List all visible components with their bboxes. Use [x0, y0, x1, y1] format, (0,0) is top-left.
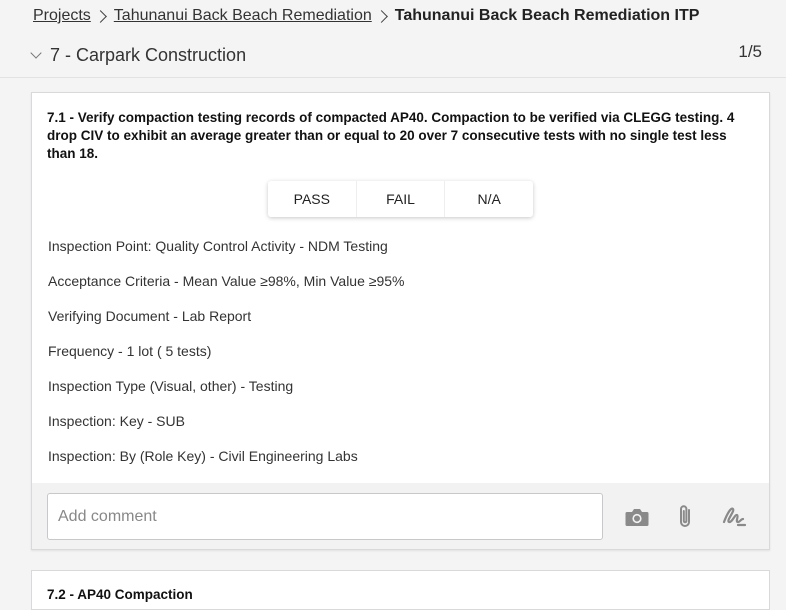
comment-input[interactable]	[47, 493, 603, 540]
comment-bar	[32, 483, 769, 549]
breadcrumb-projects[interactable]: Projects	[33, 7, 91, 25]
inspection-type: Inspection Type (Visual, other) - Testin…	[48, 378, 294, 394]
top-bar: Projects Tahunanui Back Beach Remediatio…	[0, 0, 786, 78]
signature-icon[interactable]	[720, 503, 748, 531]
verifying-document: Verifying Document - Lab Report	[48, 308, 252, 324]
result-choice-group: PASS FAIL N/A	[268, 181, 533, 217]
chevron-right-icon	[93, 9, 107, 23]
paperclip-icon[interactable]	[672, 503, 700, 531]
fail-button[interactable]: FAIL	[357, 181, 446, 217]
inspection-point: Inspection Point: Quality Control Activi…	[48, 238, 388, 254]
chevron-right-icon	[374, 9, 388, 23]
item-question: 7.1 - Verify compaction testing records …	[47, 110, 735, 161]
acceptance-criteria: Acceptance Criteria - Mean Value ≥98%, M…	[48, 273, 405, 289]
na-button[interactable]: N/A	[445, 181, 533, 217]
checklist-item-card-next[interactable]: 7.2 - AP40 Compaction	[31, 570, 770, 610]
section-title: 7 - Carpark Construction	[50, 44, 247, 65]
breadcrumb-current: Tahunanui Back Beach Remediation ITP	[394, 7, 700, 24]
pass-button[interactable]: PASS	[268, 181, 357, 217]
chevron-down-icon[interactable]	[30, 47, 42, 59]
section-header[interactable]: 7 - Carpark Construction 1/5	[28, 40, 762, 70]
breadcrumb-project[interactable]: Tahunanui Back Beach Remediation	[114, 7, 372, 25]
frequency: Frequency - 1 lot ( 5 tests)	[48, 343, 212, 359]
section-progress-count: 1/5	[738, 42, 762, 61]
camera-icon[interactable]	[623, 503, 651, 531]
inspection-by: Inspection: By (Role Key) - Civil Engine…	[48, 448, 358, 464]
inspection-key: Inspection: Key - SUB	[48, 413, 185, 429]
checklist-item-card: 7.1 - Verify compaction testing records …	[31, 92, 770, 550]
breadcrumb: Projects Tahunanui Back Beach Remediatio…	[33, 6, 699, 26]
